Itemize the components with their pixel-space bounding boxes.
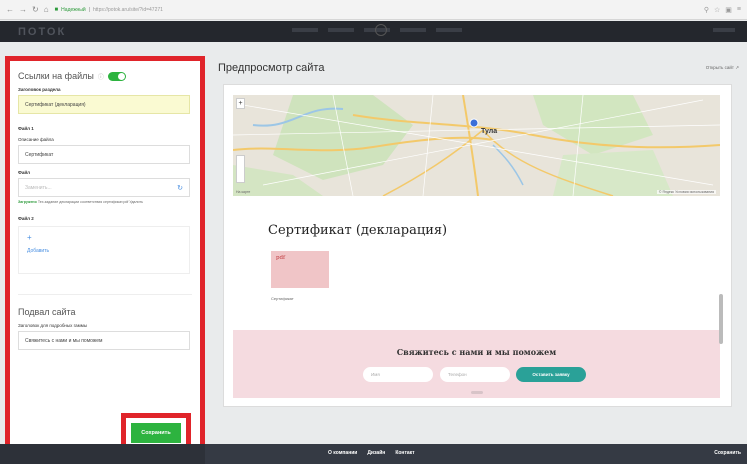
browser-nav: ← → ↻ ⌂: [6, 5, 49, 14]
pdf-caption[interactable]: Сертификат: [271, 296, 294, 301]
pdf-tag: pdf: [276, 255, 286, 261]
reload-icon[interactable]: ↻: [32, 5, 39, 14]
slider-handle: [471, 391, 483, 394]
star-icon[interactable]: ☆: [714, 6, 720, 14]
map[interactable]: Тула + На карте © Яндекс Условия использ…: [233, 95, 720, 196]
app-center-icon[interactable]: [375, 24, 387, 36]
app-header-right[interactable]: [713, 28, 735, 32]
preview-frame: Тула + На карте © Яндекс Условия использ…: [223, 84, 732, 407]
save-button[interactable]: Сохранить: [131, 423, 181, 443]
footer-section-title: Подвал сайта: [18, 307, 76, 317]
bottom-link-contact[interactable]: Контакт: [395, 450, 414, 456]
menu-icon[interactable]: ≡: [737, 6, 741, 14]
map-zoom-in[interactable]: +: [236, 98, 245, 109]
app-nav-item[interactable]: [328, 28, 354, 32]
preview-scrollbar[interactable]: [719, 294, 723, 344]
app-nav-item[interactable]: [292, 28, 318, 32]
refresh-icon[interactable]: ↻: [177, 184, 183, 192]
url-text: https://potok.aru/site/?id=47271: [93, 6, 163, 13]
browser-toolbar: ← → ↻ ⌂ ■ Надежный | https://potok.aru/s…: [0, 0, 747, 20]
divider: [18, 294, 192, 295]
app-nav-item[interactable]: [400, 28, 426, 32]
certificate-section: Сертификат (декларация) pdf Сертификат: [233, 196, 720, 330]
editor-bottom-strip: [0, 444, 205, 464]
footer-headline-input[interactable]: Свяжитесь с нами и мы поможем: [18, 331, 190, 350]
home-icon[interactable]: ⌂: [44, 5, 49, 14]
back-icon[interactable]: ←: [6, 5, 14, 14]
file2-box: + Добавить: [18, 226, 190, 274]
bottom-link-design[interactable]: Дизайн: [367, 450, 385, 456]
name-input[interactable]: Имя: [363, 367, 433, 382]
map-address-label: На карте: [236, 190, 251, 194]
map-attribution[interactable]: © Яндекс Условия использования: [656, 190, 716, 194]
lock-icon: ■: [54, 6, 59, 13]
app-header: ПОТОК: [0, 21, 747, 42]
files-toggle[interactable]: [107, 71, 126, 81]
preview-title: Предпросмотр сайта: [218, 62, 325, 74]
plus-icon[interactable]: +: [27, 233, 181, 242]
file1-desc-label: Описание файла: [18, 137, 54, 142]
map-zoom-slider[interactable]: [236, 155, 245, 183]
contact-section: Свяжитесь с нами и мы поможем Имя Телефо…: [233, 330, 720, 398]
file1-file-label: Файл: [18, 170, 30, 175]
bottom-link-about[interactable]: О компании: [328, 450, 357, 456]
phone-input[interactable]: Телефон: [440, 367, 510, 382]
contact-title: Свяжитесь с нами и мы поможем: [396, 347, 557, 357]
open-site-link[interactable]: Открыть сайт ↗: [706, 65, 739, 71]
file1-desc-input[interactable]: Сертификат: [18, 145, 190, 164]
pdf-file-tile[interactable]: pdf: [271, 251, 329, 288]
map-city-label: Тула: [481, 128, 497, 135]
add-file-link[interactable]: Добавить: [27, 248, 181, 254]
info-icon: ⓘ: [97, 74, 104, 81]
section-name-input[interactable]: Сертификат (декларация): [18, 95, 190, 114]
file1-label: Файл 1: [18, 126, 34, 131]
file1-file-input[interactable]: Заменить... ↻: [18, 178, 190, 197]
file2-label: Файл 2: [18, 216, 34, 221]
submit-request-button[interactable]: Оставить заявку: [516, 367, 586, 382]
files-section-title: Ссылки на файлы ⓘ: [18, 71, 192, 81]
bottom-bar: О компании Дизайн Контакт Сохранить: [205, 444, 747, 464]
section-name-label: Заголовок раздела: [18, 87, 61, 92]
upload-note: Загружено Тех.задание декларации соответ…: [18, 200, 144, 204]
map-graphic: Тула: [233, 95, 720, 196]
app-logo[interactable]: ПОТОК: [18, 26, 66, 38]
app-nav-item[interactable]: [436, 28, 462, 32]
bottom-links: О компании Дизайн Контакт: [328, 450, 415, 456]
zoom-icon[interactable]: ⚲: [704, 6, 709, 14]
footer-headline-label: Заголовок для подробных гаммы: [18, 323, 88, 328]
forward-icon[interactable]: →: [19, 5, 27, 14]
bottom-save-button[interactable]: Сохранить: [714, 450, 741, 456]
editor-panel: Ссылки на файлы ⓘ Заголовок раздела Серт…: [5, 56, 205, 458]
certificate-title: Сертификат (декларация): [268, 223, 448, 238]
extension-icon[interactable]: ▣: [725, 6, 732, 14]
site-name: Надежный: [61, 6, 86, 13]
address-bar[interactable]: ■ Надежный | https://potok.aru/site/?id=…: [55, 7, 275, 13]
browser-tools: ⚲ ☆ ▣ ≡: [704, 6, 741, 14]
